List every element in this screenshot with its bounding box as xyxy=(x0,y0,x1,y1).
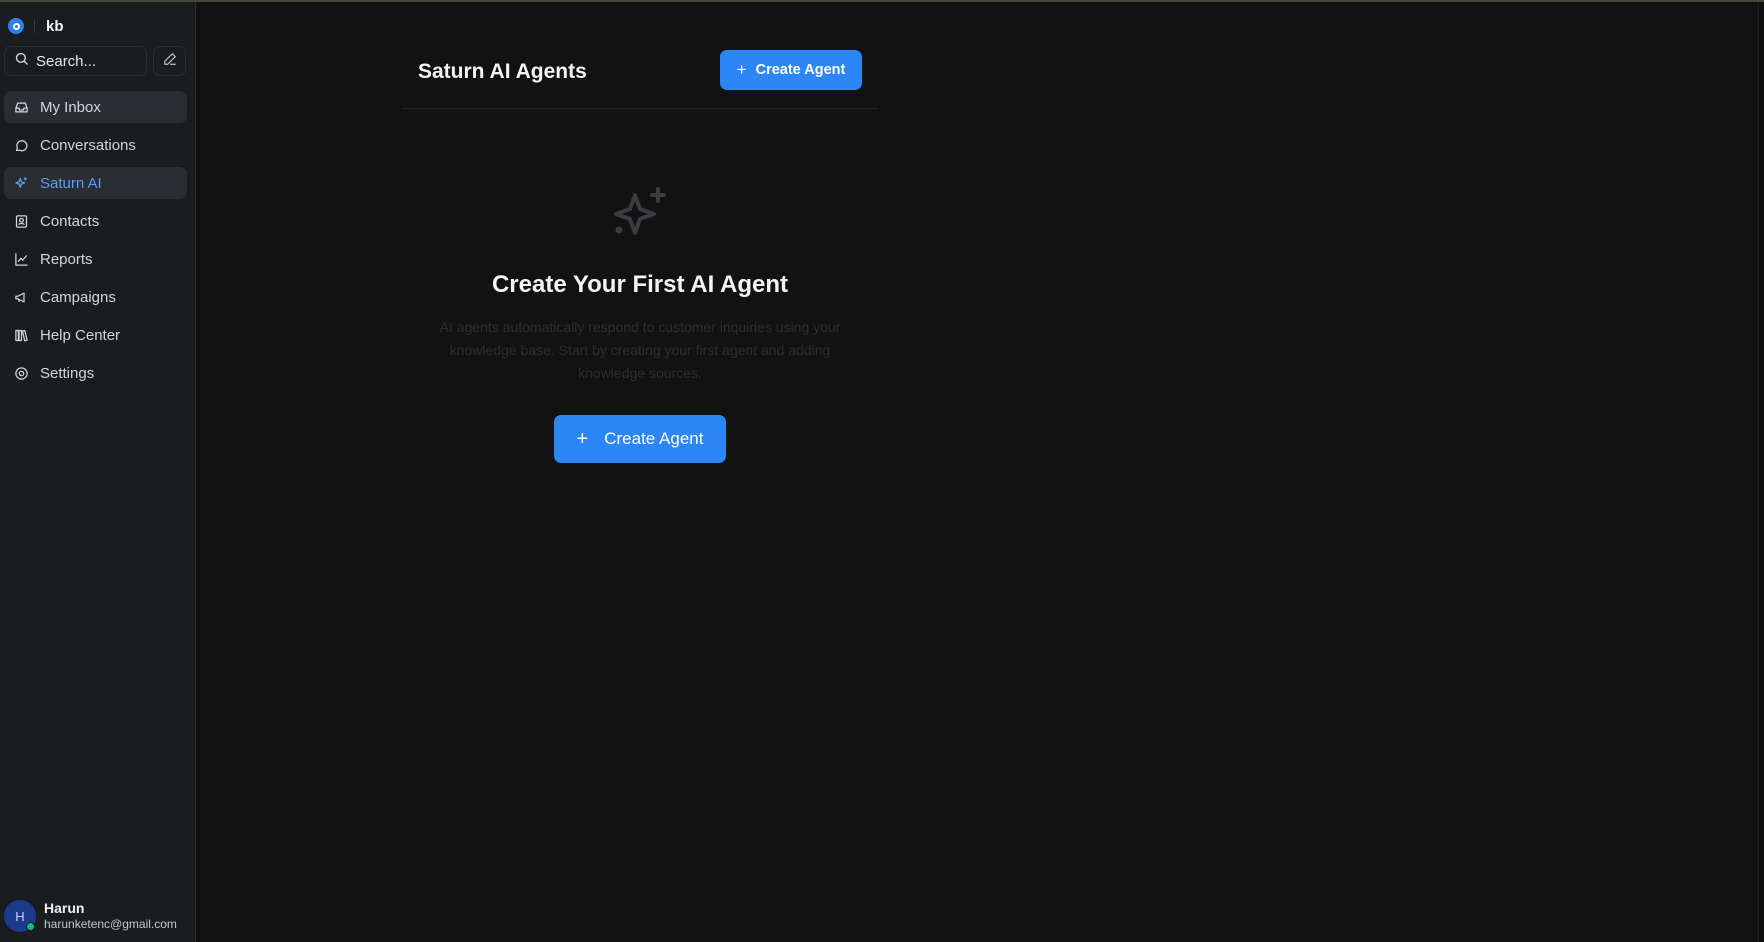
sidebar-item-help-center[interactable]: Help Center xyxy=(4,319,187,351)
empty-state-description: AI agents automatically respond to custo… xyxy=(439,319,841,381)
compose-button[interactable] xyxy=(153,46,186,76)
pencil-icon xyxy=(163,52,177,71)
gear-icon xyxy=(13,365,29,381)
contact-card-icon xyxy=(13,213,29,229)
search-input[interactable] xyxy=(36,52,146,70)
user-profile[interactable]: H Harun harunketenc@gmail.com xyxy=(4,900,177,932)
sidebar-item-conversations[interactable]: Conversations xyxy=(4,129,187,161)
create-first-agent-label: Create Agent xyxy=(604,429,704,448)
main-content: Saturn AI Agents + Create Agent Create Y… xyxy=(196,2,1764,942)
sidebar-item-label: Campaigns xyxy=(40,288,116,306)
brand-divider xyxy=(34,19,35,33)
create-first-agent-button[interactable]: + Create Agent xyxy=(554,415,726,463)
sidebar-item-label: My Inbox xyxy=(40,98,101,116)
sidebar-item-saturn-ai[interactable]: Saturn AI xyxy=(4,167,187,199)
sidebar-nav: My Inbox Conversations Saturn AI Contact… xyxy=(4,91,187,395)
sparkle-icon xyxy=(13,175,29,191)
search-box[interactable] xyxy=(4,46,147,76)
page-title: Saturn AI Agents xyxy=(418,60,587,83)
window-edge xyxy=(1758,2,1764,942)
create-agent-label: Create Agent xyxy=(755,62,846,78)
brand-logo-icon xyxy=(8,18,24,34)
books-icon xyxy=(13,327,29,343)
sidebar-item-reports[interactable]: Reports xyxy=(4,243,187,275)
plus-icon: + xyxy=(576,427,589,450)
avatar-initial: H xyxy=(15,908,25,924)
sparkle-icon xyxy=(402,185,878,247)
sidebar: kb My Inbox xyxy=(0,2,196,942)
sidebar-item-campaigns[interactable]: Campaigns xyxy=(4,281,187,313)
search-icon xyxy=(14,51,29,71)
workspace-switcher[interactable]: kb xyxy=(8,16,64,36)
megaphone-icon xyxy=(13,289,29,305)
empty-state-title: Create Your First AI Agent xyxy=(491,271,789,298)
inbox-icon xyxy=(13,99,29,115)
sidebar-item-my-inbox[interactable]: My Inbox xyxy=(4,91,187,123)
line-chart-icon xyxy=(13,251,29,267)
sidebar-item-label: Conversations xyxy=(40,136,136,154)
workspace-name: kb xyxy=(46,17,64,35)
app-shell: kb My Inbox xyxy=(0,2,1764,942)
user-email: harunketenc@gmail.com xyxy=(44,917,177,931)
plus-icon: + xyxy=(736,60,747,79)
sidebar-item-label: Reports xyxy=(40,250,93,268)
user-name: Harun xyxy=(44,900,85,916)
sidebar-item-contacts[interactable]: Contacts xyxy=(4,205,187,237)
online-status-icon xyxy=(26,922,35,931)
empty-state: Create Your First AI Agent AI agents aut… xyxy=(402,185,878,463)
user-info: Harun harunketenc@gmail.com xyxy=(44,900,177,932)
sidebar-item-label: Settings xyxy=(40,364,95,382)
avatar: H xyxy=(4,900,36,932)
page-header: Saturn AI Agents + Create Agent xyxy=(402,50,878,109)
sidebar-item-label: Help Center xyxy=(40,326,121,344)
sidebar-item-label: Contacts xyxy=(40,212,100,230)
create-agent-button[interactable]: + Create Agent xyxy=(720,50,862,90)
sidebar-item-settings[interactable]: Settings xyxy=(4,357,187,389)
chat-bubble-icon xyxy=(13,137,29,153)
sidebar-item-label: Saturn AI xyxy=(40,174,102,192)
search-row xyxy=(4,46,186,76)
